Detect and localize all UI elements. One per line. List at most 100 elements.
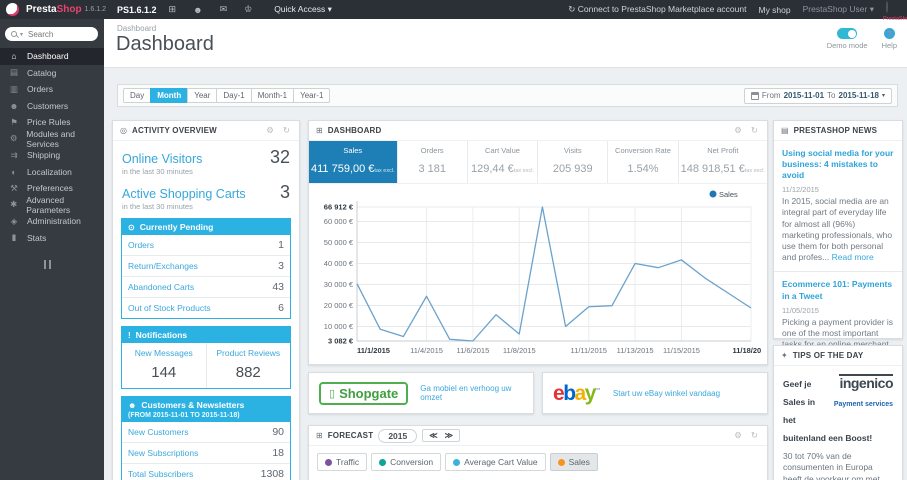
- avatar[interactable]: PrestaShop: [883, 1, 907, 22]
- my-shop-link[interactable]: My shop: [758, 5, 790, 15]
- sidebar-item-label: Administration: [27, 216, 81, 227]
- svg-text:20 000 €: 20 000 €: [324, 301, 354, 310]
- article-date: 11/12/2015: [782, 185, 819, 195]
- search-input[interactable]: [26, 28, 85, 40]
- sidebar-item-advanced-parameters[interactable]: Advanced Parameters: [0, 195, 104, 215]
- kpi-tile-visits[interactable]: Visits 205 939: [538, 141, 609, 183]
- svg-text:11/13/2015: 11/13/2015: [617, 346, 654, 355]
- tip-body: 30 tot 70% van de consumenten in Europa …: [783, 451, 880, 480]
- sidebar-item-localization[interactable]: Localization: [0, 164, 104, 181]
- page-header: Dashboard Dashboard Demo mode ? Help: [104, 19, 907, 68]
- read-more-link[interactable]: Read more: [832, 252, 874, 262]
- row-label-link[interactable]: Return/Exchanges: [128, 261, 198, 271]
- skip-forward-icon[interactable]: [445, 431, 453, 440]
- dashboard-panel: DASHBOARD Sales411 759,00 €tax excl.Orde…: [308, 120, 770, 365]
- catalog-icon: [9, 67, 19, 78]
- forecast-toggle-conversion[interactable]: Conversion: [371, 453, 442, 471]
- sidebar-collapse-button[interactable]: [44, 260, 104, 269]
- notification-cell-new-messages[interactable]: New Messages 144: [122, 343, 206, 388]
- demo-mode-toggle[interactable]: Demo mode: [827, 28, 868, 50]
- gear-icon[interactable]: [732, 125, 744, 136]
- refresh-icon[interactable]: [281, 125, 292, 136]
- row-label-link[interactable]: New Customers: [128, 427, 188, 437]
- article-title-link[interactable]: Ecommerce 101: Payments in a Tweet: [782, 279, 894, 301]
- svg-text:Sales: Sales: [719, 190, 738, 199]
- sidebar-item-stats[interactable]: Stats: [0, 230, 104, 247]
- toggle-on-icon[interactable]: [837, 28, 858, 39]
- legend-dot-icon: [557, 458, 565, 466]
- page-title: Dashboard: [116, 33, 214, 55]
- sidebar-item-customers[interactable]: Customers: [0, 98, 104, 115]
- row-label-link[interactable]: Out of Stock Products: [128, 303, 211, 313]
- gear-icon[interactable]: [732, 430, 744, 441]
- range-button-month-1[interactable]: Month-1: [250, 88, 295, 103]
- prestashop-logo-icon: [6, 3, 19, 16]
- admin-icon: [9, 216, 19, 227]
- online-visitors-link[interactable]: Online Visitors: [122, 152, 202, 166]
- calendar-icon: [750, 91, 759, 100]
- kpi-tile-net-profit[interactable]: Net Profit 148 918,51 €tax excl.: [679, 141, 767, 183]
- cart-icon[interactable]: [164, 4, 182, 15]
- date-range-toolbar: Day Month Year Day-1 Month-1 Year-1 From 2015-…: [117, 84, 898, 107]
- kpi-tile-sales[interactable]: Sales 411 759,00 €tax excl.: [309, 141, 398, 183]
- article-title-link[interactable]: Using social media for your business: 4 …: [782, 148, 894, 181]
- range-button-year-1[interactable]: Year-1: [293, 88, 331, 103]
- gear-icon[interactable]: [264, 125, 276, 136]
- tags-icon: [9, 117, 19, 128]
- range-button-month[interactable]: Month: [150, 88, 189, 103]
- quick-access-menu[interactable]: Quick Access: [274, 4, 332, 15]
- svg-text:11/4/2015: 11/4/2015: [410, 346, 443, 355]
- news-article: Using social media for your business: 4 …: [774, 141, 902, 273]
- table-row: Orders 1: [122, 235, 290, 255]
- sidebar-item-catalog[interactable]: Catalog: [0, 65, 104, 82]
- messages-icon[interactable]: [215, 4, 233, 15]
- range-button-year[interactable]: Year: [187, 88, 218, 103]
- kpi-tile-cart-value[interactable]: Cart Value 129,44 €tax excl.: [468, 141, 539, 183]
- forecast-year-pill[interactable]: 2015: [378, 428, 418, 443]
- sidebar-search[interactable]: [5, 27, 98, 41]
- shopgate-link[interactable]: Ga mobiel en verhoog uw omzet: [420, 384, 523, 402]
- help-button[interactable]: ? Help: [882, 28, 897, 50]
- table-row: New Customers 90: [122, 422, 290, 442]
- panel-title: DASHBOARD: [327, 126, 382, 135]
- sidebar-item-dashboard[interactable]: Dashboard: [0, 48, 104, 65]
- shop-name[interactable]: PS1.6.1.2: [117, 5, 157, 15]
- phone-icon: [329, 387, 335, 400]
- breadcrumb[interactable]: Dashboard: [117, 24, 156, 33]
- ebay-link[interactable]: Start uw eBay winkel vandaag: [613, 389, 720, 398]
- ebay-module-card: ebay™ Start uw eBay winkel vandaag: [542, 372, 768, 414]
- row-label-link[interactable]: Abandoned Carts: [128, 282, 194, 292]
- kpi-tile-conversion-rate[interactable]: Conversion Rate 1.54%: [608, 141, 679, 183]
- marketplace-connect-link[interactable]: Connect to PrestaShop Marketplace accoun…: [568, 4, 746, 15]
- date-range-button[interactable]: From 2015-11-01 To 2015-11-18: [743, 87, 892, 104]
- modules-icon: [9, 133, 18, 144]
- row-label-link[interactable]: New Subscriptions: [128, 448, 198, 458]
- sidebar-item-administration[interactable]: Administration: [0, 213, 104, 230]
- range-button-day[interactable]: Day: [123, 88, 152, 103]
- active-carts-link[interactable]: Active Shopping Carts: [122, 187, 246, 201]
- sidebar-item-modules-and-services[interactable]: Modules and Services: [0, 129, 104, 149]
- refresh-icon[interactable]: [749, 125, 760, 136]
- sidebar-item-label: Customers: [27, 100, 69, 111]
- legend-dot-icon: [379, 458, 387, 466]
- legend-dot-icon: [453, 458, 461, 466]
- search-scope-caret-icon[interactable]: [20, 31, 23, 38]
- kpi-tile-orders[interactable]: Orders 3 181: [398, 141, 468, 183]
- skip-back-icon[interactable]: [429, 431, 437, 440]
- row-label-link[interactable]: Total Subscribers: [128, 469, 193, 479]
- forecast-toggle-traffic[interactable]: Traffic: [317, 453, 368, 471]
- user-menu[interactable]: PrestaShop User: [803, 4, 874, 15]
- customers-quick-icon[interactable]: [188, 5, 207, 15]
- forecast-toggle-average-cart-value[interactable]: Average Cart Value: [445, 453, 546, 471]
- forecast-toggle-sales[interactable]: Sales: [549, 453, 598, 471]
- refresh-icon[interactable]: [749, 430, 760, 441]
- sidebar-item-orders[interactable]: Orders: [0, 81, 104, 98]
- dashboard-icon: [9, 51, 19, 61]
- sidebar-item-shipping[interactable]: Shipping: [0, 147, 104, 164]
- notification-cell-product-reviews[interactable]: Product Reviews 882: [205, 343, 291, 388]
- activity-overview-panel: ACTIVITY OVERVIEW Online Visitors32 in t…: [112, 120, 300, 480]
- table-row: Abandoned Carts 43: [122, 276, 290, 297]
- badges-icon[interactable]: [239, 4, 257, 15]
- range-button-day-1[interactable]: Day-1: [216, 88, 252, 103]
- row-label-link[interactable]: Orders: [128, 240, 154, 250]
